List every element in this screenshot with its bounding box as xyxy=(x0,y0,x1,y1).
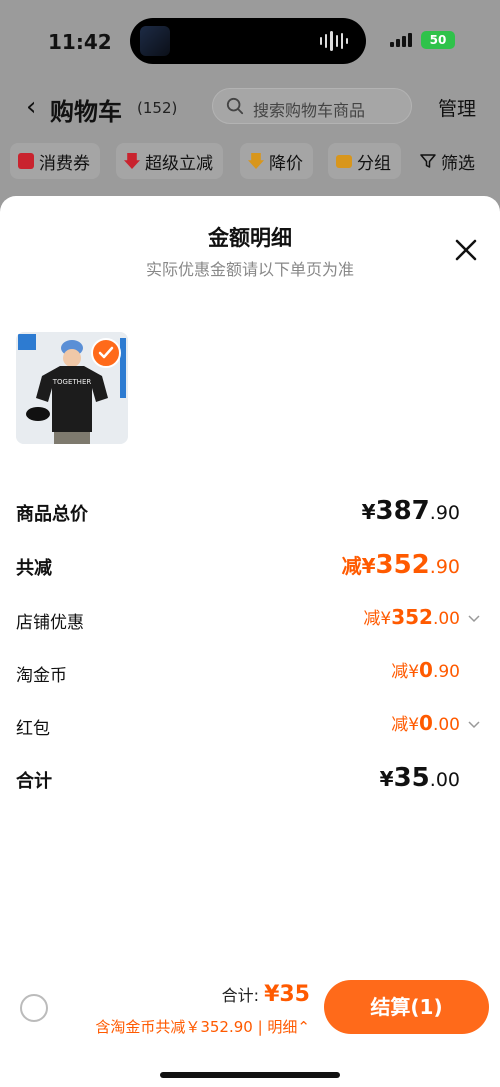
home-indicator xyxy=(160,1072,340,1078)
sheet-title: 金额明细 xyxy=(208,226,292,250)
row-shop-discount[interactable]: 店铺优惠 减¥352.00 xyxy=(16,604,486,638)
search-input[interactable]: 搜索购物车商品 xyxy=(212,88,412,124)
row-label: 共减 xyxy=(16,558,52,579)
filter-chip-coupon[interactable]: 消费券 xyxy=(10,143,100,179)
now-playing-artwork xyxy=(140,26,170,56)
filter-bar: 消费券 超级立减 降价 分组 筛选 xyxy=(10,143,500,179)
select-all-radio[interactable] xyxy=(20,994,48,1022)
row-total-discount: 共减 减¥352.90 xyxy=(16,550,486,584)
price-down-icon xyxy=(248,153,264,169)
signal-icon xyxy=(390,33,412,47)
row-taojinbi: 淘金币 减¥0.90 xyxy=(16,657,486,691)
chevron-left-icon[interactable]: ‹ xyxy=(26,92,36,122)
page-title: 购物车 xyxy=(50,98,122,126)
sheet-subtitle: 实际优惠金额请以下单页为准 xyxy=(145,260,354,279)
status-time: 11:42 xyxy=(48,30,112,54)
cart-header: ‹ 购物车 (152) 搜索购物车商品 管理 xyxy=(0,86,500,130)
checkout-button[interactable]: 结算(1) xyxy=(324,980,489,1034)
row-label: 店铺优惠 xyxy=(16,613,84,633)
amount-detail-sheet: 金额明细 实际优惠金额请以下单页为准 TOGETHER 商品总价 ¥387.90… xyxy=(0,196,500,1087)
total-summary: 合计: ¥35 xyxy=(222,982,310,1007)
coupon-icon xyxy=(18,153,34,169)
checkout-bar: 合计: ¥35 含淘金币共减￥352.90 | 明细⌃ 结算(1) xyxy=(0,972,500,1087)
row-amount: 减¥0.00 xyxy=(391,711,460,735)
row-label: 红包 xyxy=(16,719,50,739)
chevron-down-icon xyxy=(468,721,480,729)
filter-label: 分组 xyxy=(357,153,391,174)
row-amount: 减¥352.00 xyxy=(363,605,460,629)
row-amount: ¥387.90 xyxy=(361,496,460,526)
down-arrow-icon xyxy=(124,153,140,169)
filter-chip-group[interactable]: 分组 xyxy=(328,143,401,179)
filter-chip-filter[interactable]: 筛选 xyxy=(412,143,485,179)
filter-icon xyxy=(420,154,436,168)
filter-label: 消费券 xyxy=(39,153,90,174)
total-value: ¥35 xyxy=(264,982,310,1007)
search-placeholder: 搜索购物车商品 xyxy=(253,101,366,120)
status-bar: 11:42 50 xyxy=(0,0,500,80)
row-label: 淘金币 xyxy=(16,666,67,686)
row-goods-total: 商品总价 ¥387.90 xyxy=(16,496,486,530)
row-sum: 合计 ¥35.00 xyxy=(16,763,486,797)
filter-label: 超级立减 xyxy=(145,153,213,174)
folder-icon xyxy=(336,154,352,168)
filter-label: 筛选 xyxy=(441,153,475,174)
manage-button[interactable]: 管理 xyxy=(438,94,476,121)
total-label: 合计: xyxy=(221,986,259,1005)
dynamic-island xyxy=(130,18,366,64)
product-thumbnail[interactable]: TOGETHER xyxy=(16,332,128,444)
row-amount: 减¥0.90 xyxy=(391,658,460,682)
shirt-print: TOGETHER xyxy=(52,378,92,386)
chevron-down-icon xyxy=(468,615,480,623)
row-label: 合计 xyxy=(16,771,52,792)
selected-check-icon xyxy=(91,338,121,368)
audio-wave-icon xyxy=(320,31,349,51)
close-icon[interactable] xyxy=(452,236,480,264)
row-red-packet[interactable]: 红包 减¥0.00 xyxy=(16,710,486,744)
row-amount: ¥35.00 xyxy=(379,763,460,793)
search-icon xyxy=(226,97,244,115)
row-label: 商品总价 xyxy=(16,504,88,525)
filter-label: 降价 xyxy=(269,153,303,174)
filter-chip-price-drop[interactable]: 降价 xyxy=(240,143,313,179)
row-amount: 减¥352.90 xyxy=(341,550,460,580)
battery-icon: 50 xyxy=(421,31,455,49)
discount-detail-link[interactable]: 含淘金币共减￥352.90 | 明细⌃ xyxy=(95,1016,310,1037)
cart-count: (152) xyxy=(137,99,178,117)
filter-chip-super-discount[interactable]: 超级立减 xyxy=(116,143,223,179)
